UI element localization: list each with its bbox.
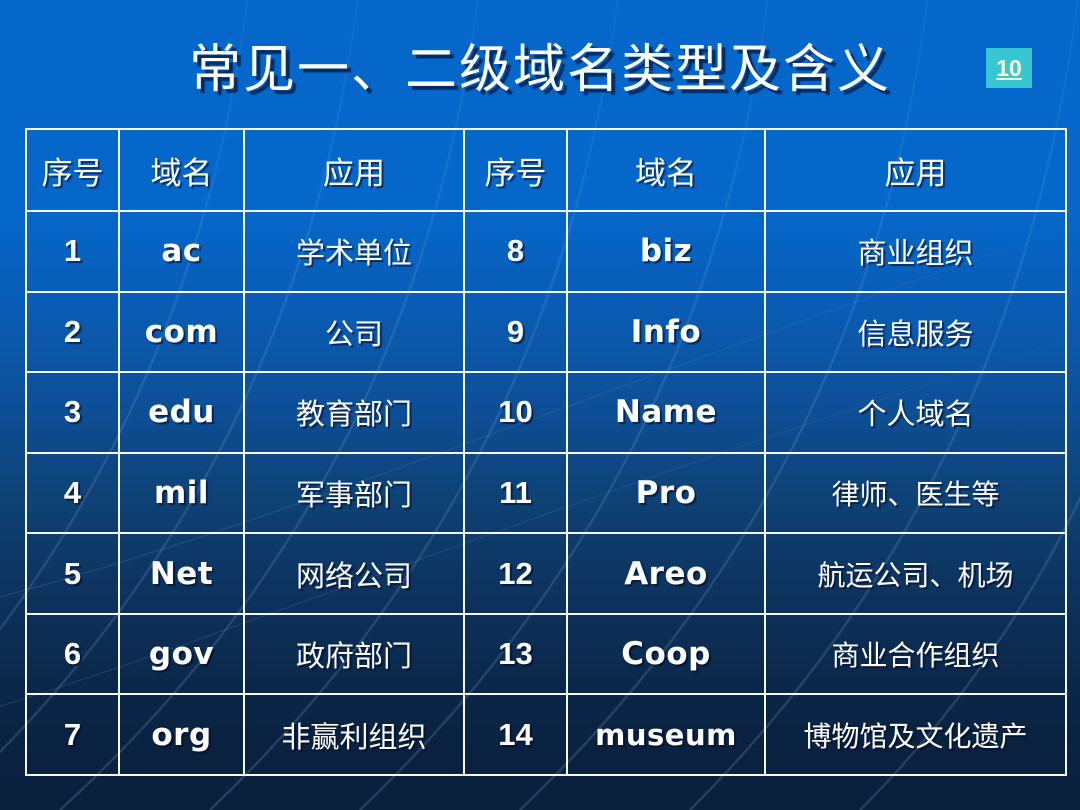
cell-index-right: 11 xyxy=(463,451,568,535)
cell-application-right: 博物馆及文化遗产 xyxy=(764,693,1067,776)
cell-domain-left: gov xyxy=(118,612,245,696)
cell-index-right: 12 xyxy=(463,532,568,615)
cell-index-left: 5 xyxy=(25,532,120,615)
cell-application-right: 信息服务 xyxy=(764,290,1067,374)
cell-domain-right: museum xyxy=(566,693,766,776)
cell-application-left: 政府部门 xyxy=(243,612,465,696)
table-row: 2 com 公司 9 Info 信息服务 xyxy=(25,290,1067,374)
cell-domain-left: mil xyxy=(118,451,245,535)
cell-index-left: 7 xyxy=(25,693,120,776)
header-application-left: 应用 xyxy=(243,128,465,212)
cell-domain-left: org xyxy=(118,693,245,776)
table-body: 1 ac 学术单位 8 biz 商业组织 2 com 公司 9 Info 信息服… xyxy=(25,210,1067,776)
cell-application-right: 商业组织 xyxy=(764,210,1067,293)
page-title: 常见一、二级域名类型及含义 xyxy=(188,41,891,99)
table-header: 序号 域名 应用 序号 域名 应用 xyxy=(25,128,1067,212)
cell-index-right: 9 xyxy=(463,290,568,374)
table-row: 3 edu 教育部门 10 Name 个人域名 xyxy=(25,371,1067,454)
cell-index-left: 1 xyxy=(25,210,120,293)
cell-domain-right: Info xyxy=(566,290,766,374)
cell-domain-right: Areo xyxy=(566,532,766,615)
cell-domain-right: Pro xyxy=(566,451,766,535)
cell-index-right: 14 xyxy=(463,693,568,776)
header-domain-right: 域名 xyxy=(566,128,766,212)
cell-application-left: 教育部门 xyxy=(243,371,465,454)
cell-application-left: 非赢利组织 xyxy=(243,693,465,776)
domain-types-table: 序号 域名 应用 序号 域名 应用 1 ac 学术单位 8 biz 商业组织 2… xyxy=(25,128,1067,776)
cell-application-right: 商业合作组织 xyxy=(764,612,1067,696)
cell-domain-right: Name xyxy=(566,371,766,454)
cell-index-right: 8 xyxy=(463,210,568,293)
cell-index-left: 6 xyxy=(25,612,120,696)
table-header-row: 序号 域名 应用 序号 域名 应用 xyxy=(25,128,1067,212)
cell-domain-left: edu xyxy=(118,371,245,454)
cell-domain-right: Coop xyxy=(566,612,766,696)
cell-domain-left: Net xyxy=(118,532,245,615)
cell-index-left: 2 xyxy=(25,290,120,374)
cell-application-right: 航运公司、机场 xyxy=(764,532,1067,615)
cell-domain-left: com xyxy=(118,290,245,374)
table-row: 5 Net 网络公司 12 Areo 航运公司、机场 xyxy=(25,532,1067,615)
cell-application-left: 网络公司 xyxy=(243,532,465,615)
cell-application-left: 军事部门 xyxy=(243,451,465,535)
header-domain-left: 域名 xyxy=(118,128,245,212)
header-index-left: 序号 xyxy=(25,128,120,212)
table-row: 4 mil 军事部门 11 Pro 律师、医生等 xyxy=(25,451,1067,535)
cell-application-right: 个人域名 xyxy=(764,371,1067,454)
header-application-right: 应用 xyxy=(764,128,1067,212)
cell-application-right: 律师、医生等 xyxy=(764,451,1067,535)
cell-domain-right: biz xyxy=(566,210,766,293)
table-row: 7 org 非赢利组织 14 museum 博物馆及文化遗产 xyxy=(25,693,1067,776)
table-row: 1 ac 学术单位 8 biz 商业组织 xyxy=(25,210,1067,293)
table-row: 6 gov 政府部门 13 Coop 商业合作组织 xyxy=(25,612,1067,696)
cell-index-left: 3 xyxy=(25,371,120,454)
slide-number-value: 10 xyxy=(996,54,1022,81)
cell-domain-left: ac xyxy=(118,210,245,293)
header-index-right: 序号 xyxy=(463,128,568,212)
cell-application-left: 学术单位 xyxy=(243,210,465,293)
title-row: 常见一、二级域名类型及含义 xyxy=(0,28,1080,100)
cell-index-right: 10 xyxy=(463,371,568,454)
presentation-slide: 常见一、二级域名类型及含义 10 序号 域名 应用 序号 域名 应用 1 ac … xyxy=(0,0,1080,810)
cell-index-left: 4 xyxy=(25,451,120,535)
slide-number-badge: 10 xyxy=(986,48,1032,88)
cell-application-left: 公司 xyxy=(243,290,465,374)
cell-index-right: 13 xyxy=(463,612,568,696)
